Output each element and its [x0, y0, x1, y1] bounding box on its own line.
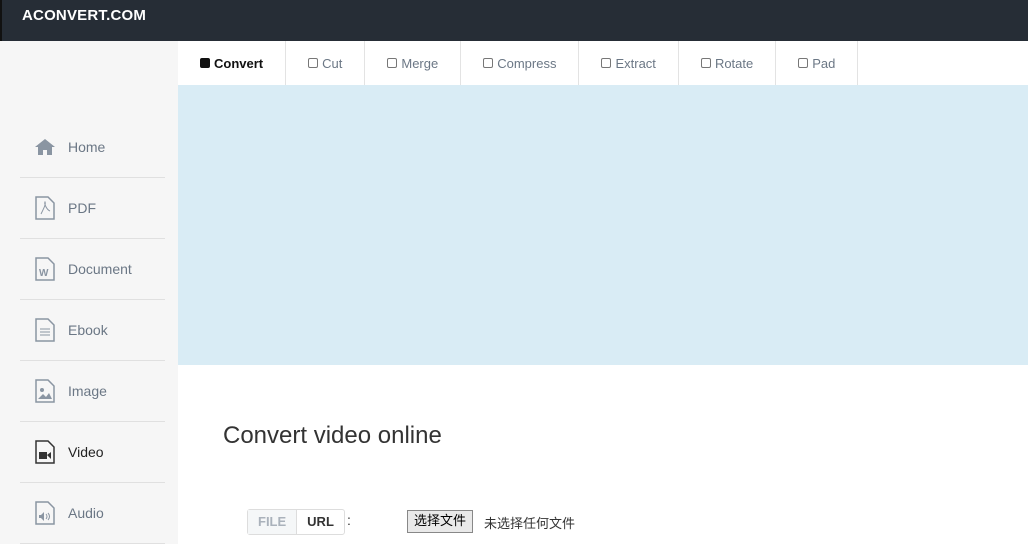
sidebar-item-label: Document [68, 261, 132, 277]
header: ACONVERT.COM [0, 0, 1028, 41]
tab-label: Rotate [714, 55, 754, 71]
tab-merge[interactable]: Merge [365, 41, 462, 85]
colon: : [347, 512, 351, 528]
sidebar-item-label: Home [68, 139, 106, 155]
pdf-icon [34, 196, 56, 220]
url-toggle[interactable]: URL [297, 510, 344, 534]
tab-convert[interactable]: Convert [178, 41, 287, 85]
checkbox-icon [798, 58, 809, 68]
source-switch: FILE URL [247, 509, 345, 535]
sidebar-item-label: PDF [68, 200, 96, 216]
tab-compress[interactable]: Compress [461, 41, 580, 85]
sidebar-item-label: Video [68, 444, 104, 460]
tab-label: Convert [214, 55, 264, 71]
ad-banner [178, 85, 1028, 365]
sidebar-item-label: Ebook [68, 322, 108, 338]
sidebar: Home PDF W Document Ebook Image Video Aud… [0, 41, 178, 544]
tool-tabs: Convert Cut Merge Compress Extract Rotat… [178, 41, 859, 85]
sidebar-item-audio[interactable]: Audio [20, 483, 165, 544]
tab-cut[interactable]: Cut [286, 41, 366, 85]
file-toggle[interactable]: FILE [248, 510, 298, 534]
tab-pad[interactable]: Pad [776, 41, 859, 85]
sidebar-item-video[interactable]: Video [20, 422, 165, 483]
sidebar-item-image[interactable]: Image [20, 361, 165, 422]
ebook-icon [34, 318, 56, 342]
checkbox-icon [308, 58, 319, 68]
tab-label: Cut [322, 55, 343, 71]
choose-file-button[interactable]: 选择文件 [407, 510, 474, 533]
sidebar-item-label: Image [68, 383, 107, 399]
checkbox-icon [700, 58, 711, 68]
page-title: Convert video online [223, 422, 442, 449]
no-file-text: 未选择任何文件 [484, 517, 576, 532]
tab-label: Compress [497, 55, 557, 71]
sidebar-item-label: Audio [68, 505, 104, 521]
tab-rotate[interactable]: Rotate [679, 41, 777, 85]
document-icon: W [34, 257, 56, 281]
tab-label: Pad [812, 55, 836, 71]
checkbox-icon [483, 58, 494, 68]
svg-text:W: W [39, 268, 49, 279]
tab-label: Extract [615, 55, 656, 71]
checkbox-icon [387, 58, 398, 68]
checkbox-icon [200, 58, 210, 68]
sidebar-item-pdf[interactable]: PDF [20, 178, 165, 239]
sidebar-item-ebook[interactable]: Ebook [20, 300, 165, 361]
tab-label: Merge [401, 55, 439, 71]
sidebar-item-document[interactable]: W Document [20, 239, 165, 300]
tab-extract[interactable]: Extract [579, 41, 679, 85]
checkbox-icon [601, 58, 612, 68]
audio-icon [34, 501, 56, 525]
sidebar-item-home[interactable]: Home [20, 117, 165, 178]
video-icon [34, 440, 56, 464]
image-icon [34, 379, 56, 403]
home-icon [34, 135, 56, 159]
logo[interactable]: ACONVERT.COM [22, 7, 146, 24]
